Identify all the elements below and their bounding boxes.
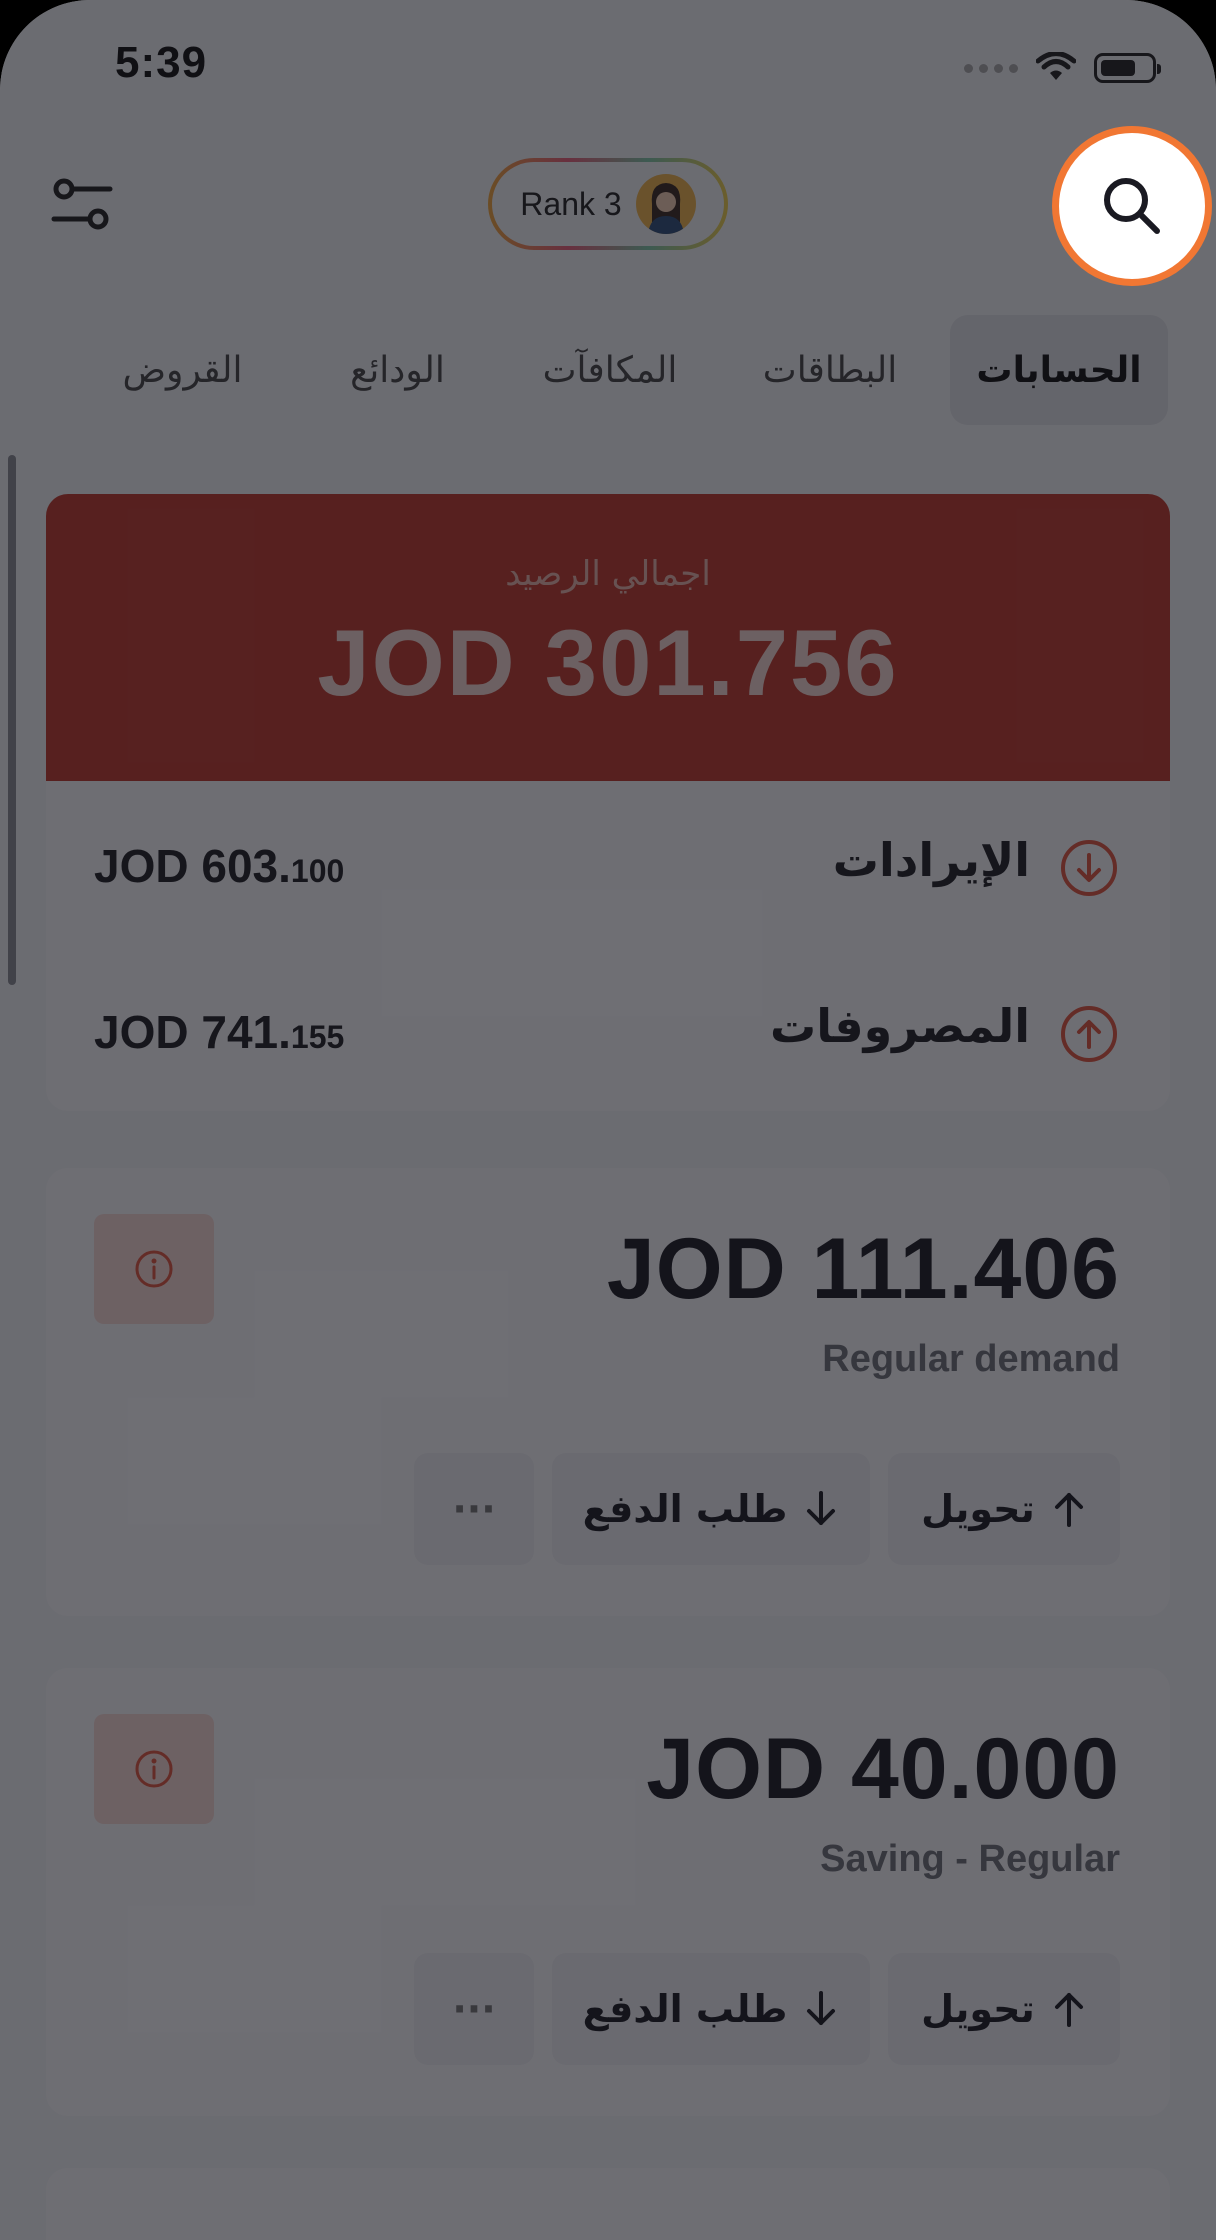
tab-loans[interactable]: القروض [90,315,275,425]
status-icons [964,48,1161,88]
app-screen: 5:39 Rank 3 الحسابات البطاقات المكافآت ا… [0,0,1216,2240]
tab-accounts[interactable]: الحسابات [950,315,1168,425]
account-card[interactable]: JOD 40.000 Saving - Regular تحويل طلب ال… [46,1668,1170,2116]
tab-bar: الحسابات البطاقات المكافآت الودائع القرو… [50,315,1170,425]
expenses-label: المصروفات [769,999,1030,1053]
request-payment-button[interactable]: طلب الدفع [552,1453,870,1565]
income-label: الإيرادات [832,833,1030,887]
scrollbar[interactable] [8,455,16,985]
total-balance-label: اجمالي الرصيد [505,554,711,594]
account-type: Saving - Regular [820,1838,1120,1880]
status-time: 5:39 [115,38,208,87]
account-balance: JOD 111.406 [606,1221,1120,1317]
arrow-down-icon [807,1491,836,1525]
more-options-button[interactable]: ··· [414,1453,534,1565]
income-expense-summary: JOD 603.100 الإيرادات JOD 741.155 المصرو… [46,781,1170,1111]
transfer-button[interactable]: تحويل [888,1453,1120,1565]
request-payment-button[interactable]: طلب الدفع [552,1953,870,2065]
arrow-down-circle-icon [1061,840,1117,896]
account-card[interactable] [46,2168,1170,2240]
total-balance-card: اجمالي الرصيد JOD 301.756 [46,494,1170,781]
signal-icon [964,63,1018,73]
info-icon [135,1250,173,1288]
expenses-amount: JOD 741.155 [94,1006,345,1058]
wifi-icon [1036,52,1076,80]
transfer-button[interactable]: تحويل [888,1953,1120,2065]
rank-label: Rank 3 [520,185,622,222]
account-balance: JOD 40.000 [646,1721,1120,1817]
request-payment-label: طلب الدفع [582,1987,788,2031]
search-icon [1104,178,1160,234]
arrow-up-icon [1054,1493,1083,1527]
transfer-label: تحويل [921,1487,1035,1531]
account-type: Regular demand [822,1338,1120,1380]
arrow-up-icon [1054,1993,1083,2027]
rank-badge[interactable]: Rank 3 [488,158,728,250]
account-card[interactable]: JOD 111.406 Regular demand تحويل طلب الد… [46,1168,1170,1616]
income-amount: JOD 603.100 [94,840,345,892]
total-balance-value: JOD 301.756 [317,610,899,715]
tab-cards[interactable]: البطاقات [730,315,930,425]
search-button[interactable] [1052,126,1212,286]
filter-button[interactable] [50,175,114,239]
battery-icon [1094,53,1161,83]
tab-deposits[interactable]: الودائع [305,315,490,425]
info-icon [135,1750,173,1788]
more-options-button[interactable]: ··· [414,1953,534,2065]
request-payment-label: طلب الدفع [582,1487,788,1531]
account-info-button[interactable] [94,1714,214,1824]
avatar [635,174,696,234]
arrow-down-icon [807,1991,836,2025]
sliders-icon [51,178,113,230]
account-info-button[interactable] [94,1214,214,1324]
tab-rewards[interactable]: المكافآت [505,315,715,425]
transfer-label: تحويل [921,1987,1035,2031]
arrow-up-circle-icon [1061,1006,1117,1062]
